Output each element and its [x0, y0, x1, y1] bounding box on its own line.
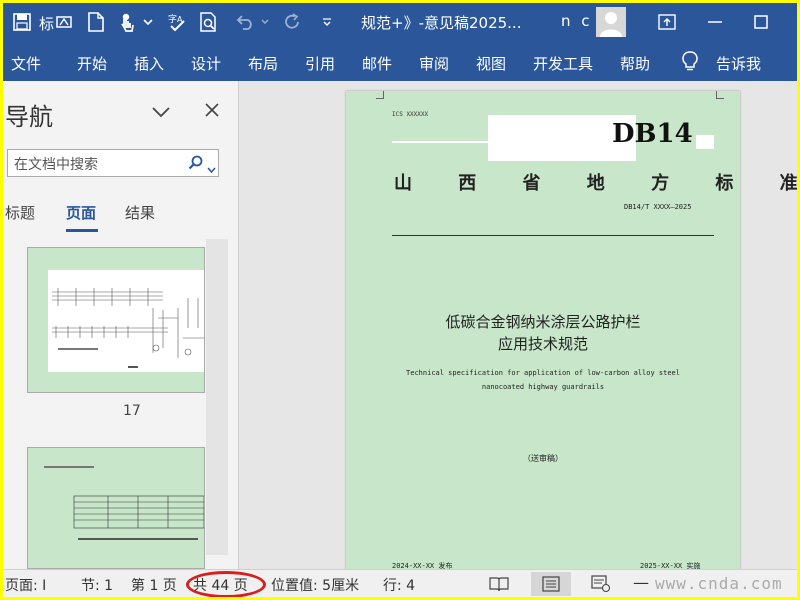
standard-number: DB14/T XXXX—2025	[624, 203, 692, 211]
status-section[interactable]: 节: 1	[81, 575, 113, 595]
status-page-of[interactable]: 第 1 页	[131, 575, 177, 595]
chinese-title-line1: 低碳合金钢纳米涂层公路护栏	[445, 313, 641, 331]
search-icon[interactable]	[188, 155, 204, 175]
close-icon[interactable]	[205, 102, 219, 121]
table-thumbnail	[44, 466, 204, 540]
english-title-line1: Technical specification for application …	[406, 369, 680, 377]
status-page[interactable]: 页面: I	[5, 575, 46, 595]
avatar[interactable]	[596, 7, 626, 37]
crop-mark	[376, 91, 384, 99]
ics-code: ICS XXXXXX	[392, 111, 429, 118]
nav-tab-pages[interactable]: 页面	[66, 202, 96, 223]
active-tab-indicator	[66, 229, 98, 232]
web-layout-icon[interactable]	[591, 575, 611, 597]
thumbnail-page-number: 17	[123, 403, 141, 419]
navigation-pane: 导航 在文档中搜索 标题 页面 结果 17	[3, 81, 239, 569]
status-bar: 页面: I 节: 1 第 1 页 共 44 页 位置值: 5厘米 行: 4 — …	[3, 569, 797, 597]
tab-developer[interactable]: 开发工具	[533, 53, 593, 74]
undo-dropdown-icon[interactable]	[259, 3, 271, 41]
nav-tab-results[interactable]: 结果	[125, 202, 155, 223]
customize-qat-icon[interactable]	[319, 3, 335, 41]
print-preview-icon[interactable]	[197, 3, 221, 41]
user-name[interactable]: n c	[561, 12, 593, 30]
word-window: 标 字A 规范+》-意见稿2025... n c 文件 开始 插入 设计 布局 …	[3, 3, 797, 597]
touch-mode-icon[interactable]	[115, 3, 139, 41]
zoom-out-button[interactable]: —	[633, 573, 649, 592]
new-document-icon[interactable]	[85, 3, 107, 41]
spelling-icon[interactable]: 字A	[165, 3, 189, 41]
dropdown-icon[interactable]	[141, 3, 155, 41]
document-title: 规范+》-意见稿2025...	[361, 14, 522, 32]
app-icon	[55, 3, 73, 41]
title-bar: 标 字A 规范+》-意见稿2025... n c	[3, 3, 797, 41]
drawing-thumbnail	[48, 270, 204, 372]
tab-design[interactable]: 设计	[191, 53, 221, 74]
ribbon-display-options-icon[interactable]	[655, 3, 679, 41]
divider	[392, 235, 714, 236]
tab-help[interactable]: 帮助	[620, 53, 650, 74]
minimize-icon[interactable]	[703, 3, 727, 41]
nav-search-placeholder: 在文档中搜索	[14, 157, 98, 173]
chinese-title-line2: 应用技术规范	[497, 335, 588, 353]
svg-text:字: 字	[168, 13, 177, 25]
tab-view[interactable]: 视图	[476, 53, 506, 74]
english-title-line2: nanocoated highway guardrails	[481, 383, 605, 391]
nav-search-input[interactable]: 在文档中搜索	[7, 149, 219, 177]
tab-file[interactable]: 文件	[11, 53, 41, 74]
nav-tab-headings[interactable]: 标题	[5, 202, 35, 223]
read-mode-icon[interactable]	[489, 576, 509, 596]
tab-review[interactable]: 审阅	[419, 53, 449, 74]
app-label: 标	[39, 15, 55, 33]
page-thumbnail-18[interactable]	[27, 447, 205, 569]
tab-layout[interactable]: 布局	[248, 53, 278, 74]
standard-code: DB14	[612, 119, 693, 149]
implement-date: 2025-XX-XX 实施	[640, 562, 701, 569]
nav-pane-title: 导航	[5, 103, 53, 131]
tell-me-button[interactable]: 告诉我	[716, 53, 761, 74]
save-icon[interactable]	[11, 3, 33, 41]
restore-icon[interactable]	[749, 3, 773, 41]
status-line[interactable]: 行: 4	[383, 575, 415, 595]
chevron-down-icon[interactable]	[151, 103, 171, 122]
site-watermark: www.cnda.com	[655, 574, 783, 593]
header-block-right	[696, 135, 714, 149]
tab-references[interactable]: 引用	[305, 53, 335, 74]
crop-mark	[716, 91, 724, 99]
ribbon-tab-bar: 文件 开始 插入 设计 布局 引用 邮件 审阅 视图 开发工具 帮助 告诉我	[3, 41, 797, 81]
print-layout-button[interactable]	[531, 572, 571, 596]
undo-icon[interactable]	[233, 3, 257, 41]
lightbulb-icon[interactable]	[681, 50, 699, 76]
redo-icon[interactable]	[281, 3, 305, 41]
tab-home[interactable]: 开始	[77, 53, 107, 74]
draft-note: （送审稿）	[523, 454, 563, 463]
page-thumbnail-17[interactable]	[27, 247, 205, 393]
publish-date: 2024-XX-XX 发布	[392, 562, 453, 569]
nav-scrollbar[interactable]	[206, 239, 228, 555]
header-rule	[392, 141, 492, 143]
search-options-chevron-icon[interactable]	[207, 159, 216, 178]
province-standard-heading: 山 西 省 地 方 标 准	[394, 173, 797, 194]
tab-mailings[interactable]: 邮件	[362, 53, 392, 74]
print-layout-icon	[542, 576, 560, 592]
status-position[interactable]: 位置值: 5厘米	[271, 575, 359, 595]
tab-insert[interactable]: 插入	[134, 53, 164, 74]
document-canvas: ICS XXXXXX DB14 山 西 省 地 方 标 准 DB14/T XXX…	[240, 81, 797, 569]
document-page[interactable]: ICS XXXXXX DB14 山 西 省 地 方 标 准 DB14/T XXX…	[346, 91, 797, 569]
highlight-ellipse	[186, 571, 266, 597]
